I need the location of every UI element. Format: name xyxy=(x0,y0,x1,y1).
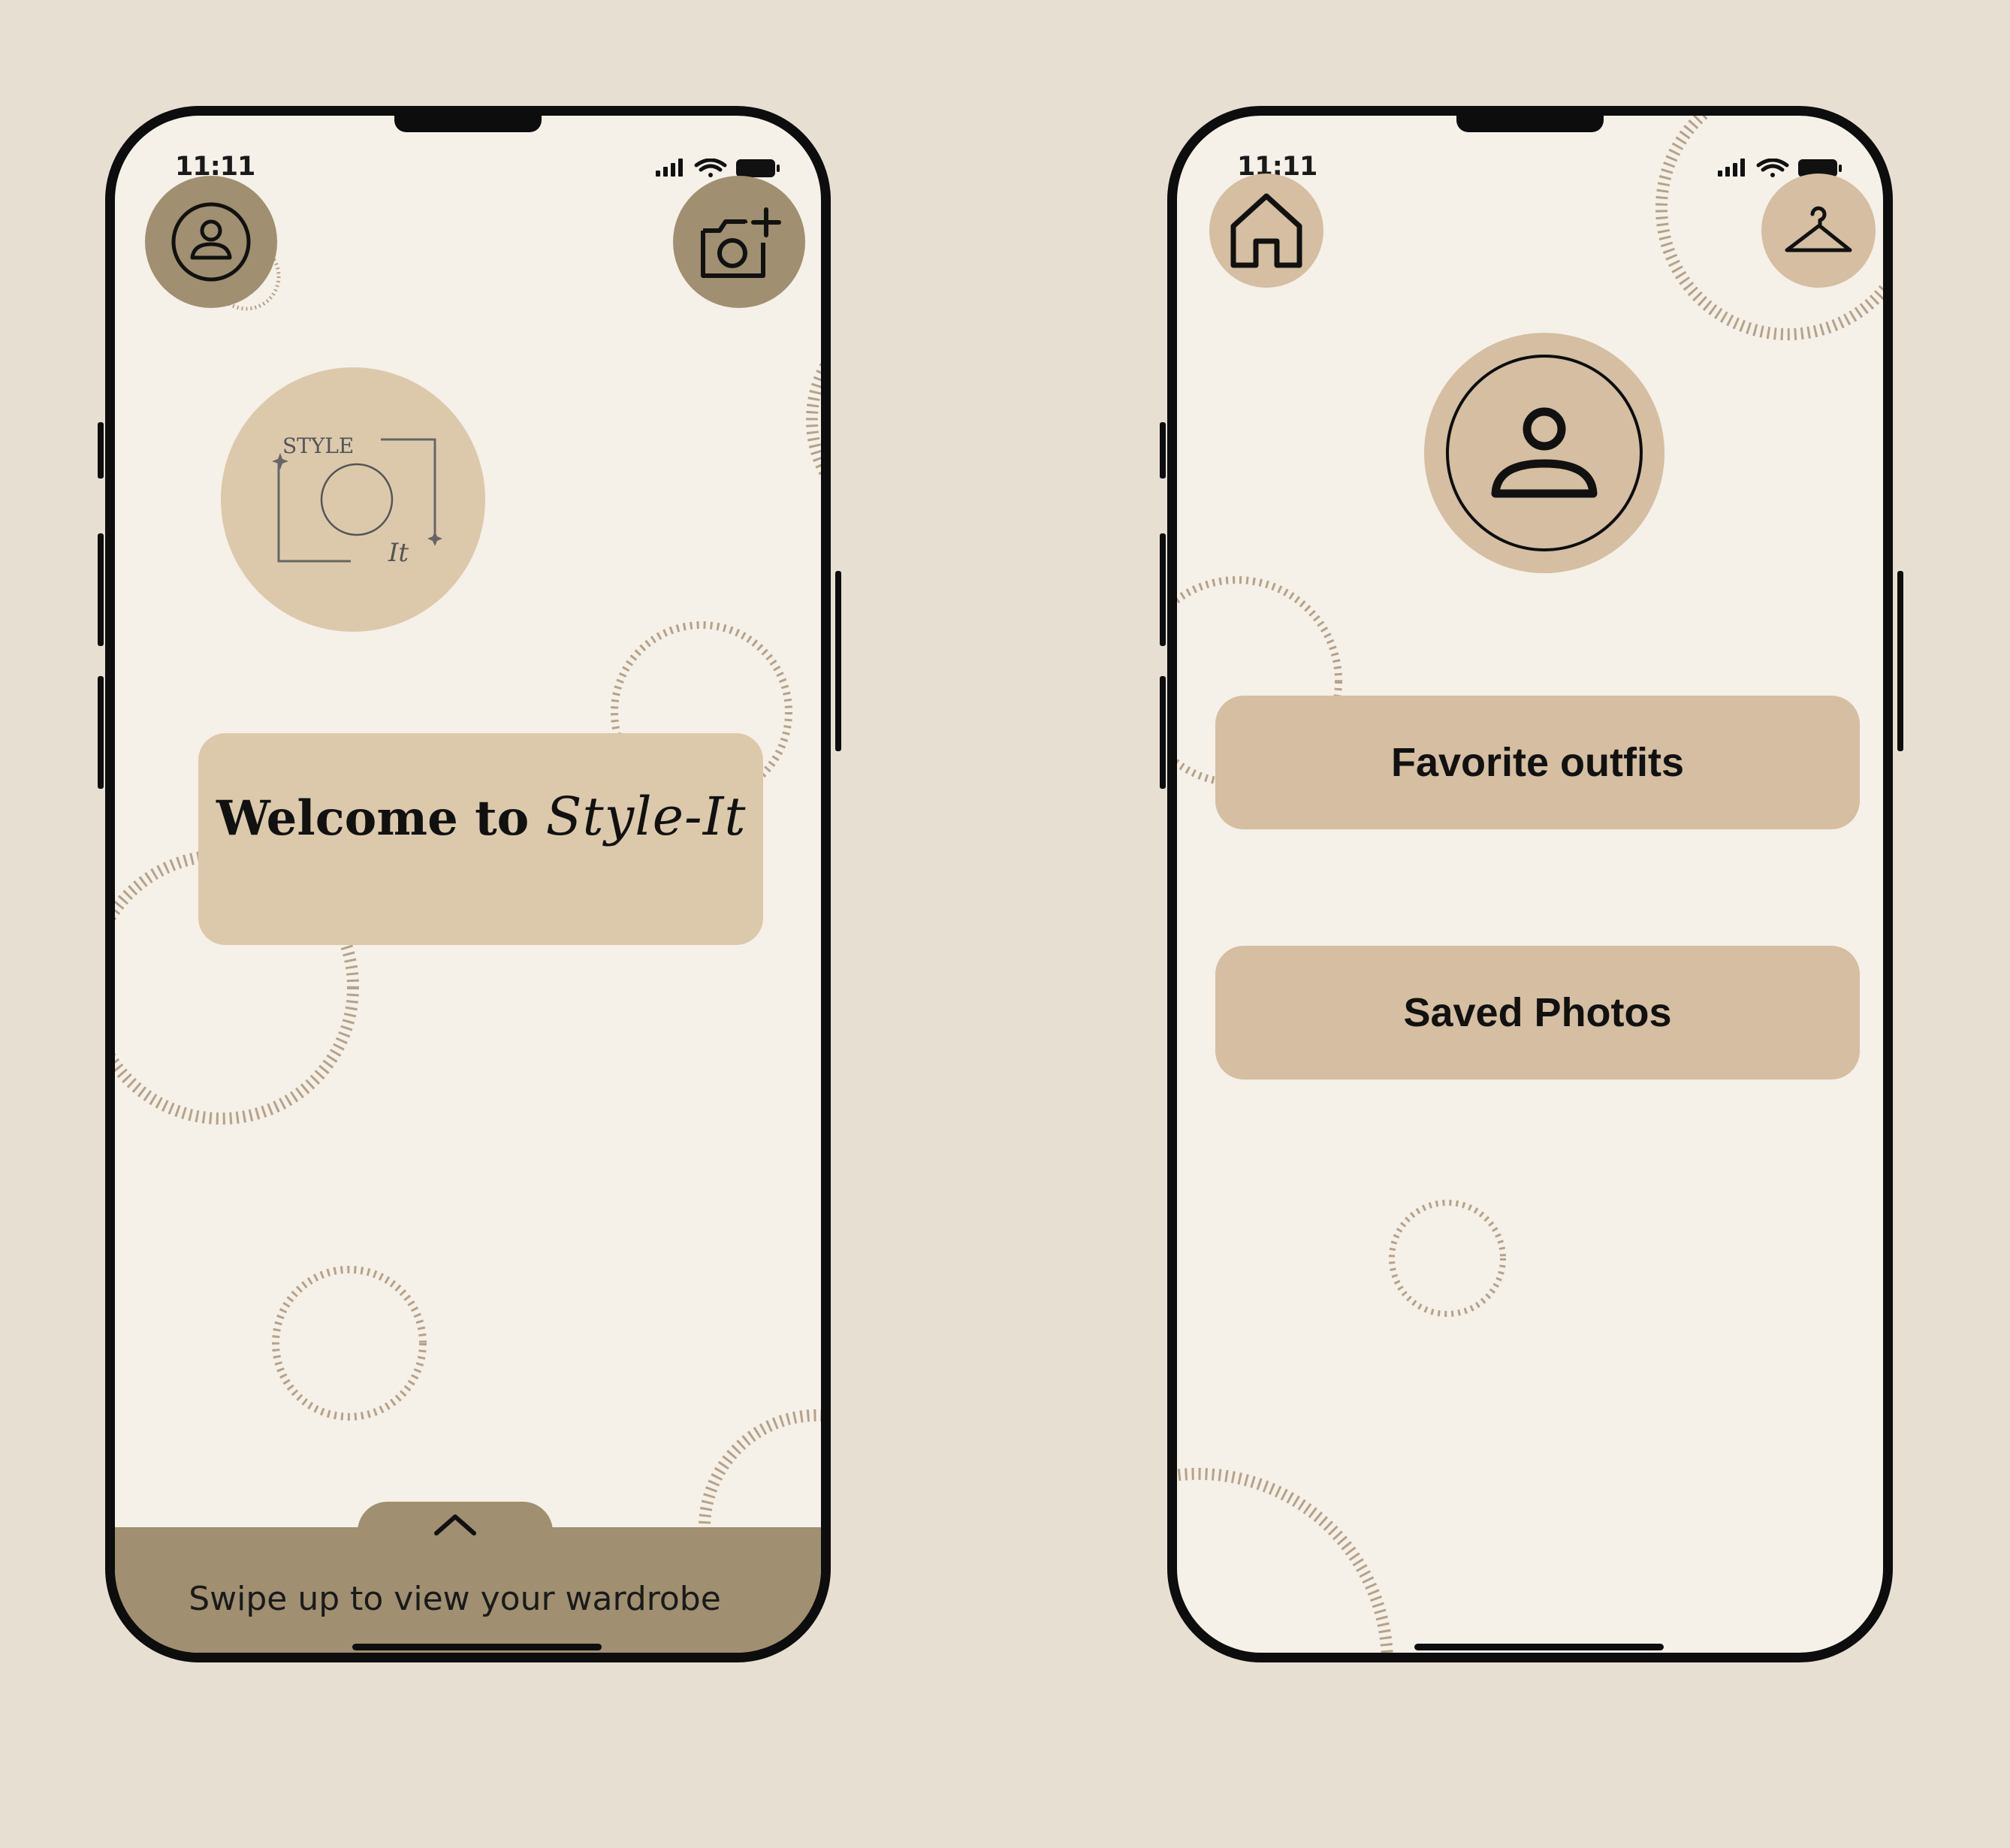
avatar-frame xyxy=(1446,355,1643,551)
chevron-up-icon xyxy=(434,1514,476,1535)
style-it-logo: STYLE It xyxy=(221,367,485,632)
welcome-card: Welcome to Style-It xyxy=(198,733,763,945)
hanger-icon xyxy=(1785,206,1852,252)
silent-switch xyxy=(1160,422,1166,479)
welcome-heading: Welcome to Style-It xyxy=(216,786,746,847)
user-icon xyxy=(1491,407,1598,498)
wardrobe-button[interactable] xyxy=(1761,174,1876,288)
logo-mark: STYLE It xyxy=(272,433,442,568)
profile-avatar[interactable] xyxy=(1424,333,1664,573)
wifi-icon xyxy=(694,159,727,177)
swipe-hint: Swipe up to view your wardrobe xyxy=(189,1580,721,1618)
power-button xyxy=(1897,571,1903,751)
home-icon xyxy=(1230,193,1302,268)
home-indicator[interactable] xyxy=(352,1644,602,1650)
home-screen: 11:11 STYLE It Welcome to Style-It Swipe… xyxy=(105,106,831,1662)
signal-icon xyxy=(1718,159,1745,177)
volume-down-button xyxy=(98,676,104,789)
add-photo-button[interactable] xyxy=(673,176,805,308)
profile-screen: 11:11 Favorite outfits Saved Photos xyxy=(1167,106,1893,1662)
swipe-handle[interactable] xyxy=(358,1502,553,1569)
notch xyxy=(1456,116,1604,132)
signal-icon xyxy=(656,159,683,177)
volume-up-button xyxy=(98,533,104,646)
wifi-icon xyxy=(1756,159,1789,177)
logo-bottom-word: It xyxy=(388,538,409,568)
home-button[interactable] xyxy=(1209,174,1323,288)
welcome-prefix: Welcome to xyxy=(216,790,546,847)
profile-button[interactable] xyxy=(145,176,277,308)
user-icon xyxy=(171,202,251,282)
favorite-outfits-button[interactable]: Favorite outfits xyxy=(1215,696,1860,829)
silent-switch xyxy=(98,422,104,479)
notch xyxy=(394,116,542,132)
camera-add-icon xyxy=(701,207,781,278)
volume-up-button xyxy=(1160,533,1166,646)
logo-top-word: STYLE xyxy=(282,433,354,458)
brand-name: Style-It xyxy=(545,786,747,847)
volume-down-button xyxy=(1160,676,1166,789)
battery-icon xyxy=(736,159,780,177)
home-indicator[interactable] xyxy=(1414,1644,1664,1650)
power-button xyxy=(835,571,841,751)
saved-photos-button[interactable]: Saved Photos xyxy=(1215,946,1860,1080)
